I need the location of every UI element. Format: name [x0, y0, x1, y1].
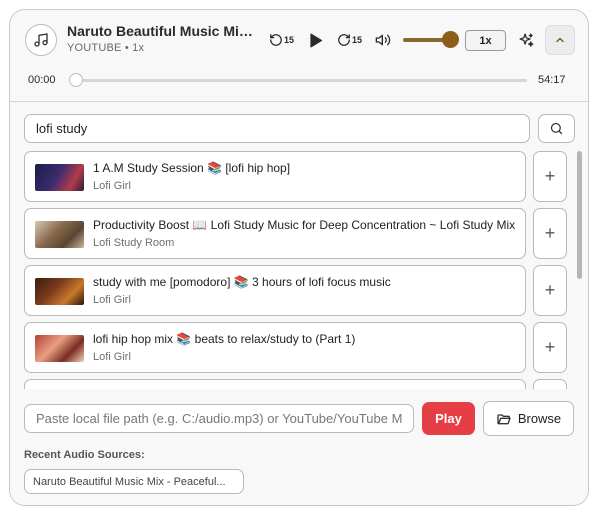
result-thumbnail: [35, 164, 84, 191]
progress-bar[interactable]: [75, 79, 527, 82]
recent-source-text: Naruto Beautiful Music Mix - Peaceful...: [33, 475, 226, 488]
search-result-item[interactable]: [24, 379, 526, 389]
browse-button[interactable]: Browse: [483, 401, 574, 436]
result-title: Productivity Boost 📖 Lofi Study Music fo…: [93, 218, 516, 232]
play-source-button[interactable]: Play: [422, 402, 475, 435]
result-thumbnail: [35, 221, 84, 248]
ai-button[interactable]: [516, 30, 536, 50]
rotate-cw-icon: [338, 34, 350, 46]
add-to-queue-button[interactable]: +: [533, 379, 567, 389]
result-channel: Lofi Study Room: [93, 237, 175, 249]
skip-forward-button[interactable]: 15: [337, 30, 362, 50]
add-to-queue-button[interactable]: +: [533, 265, 567, 316]
track-meta: YOUTUBE • 1x: [67, 42, 144, 54]
play-icon: [310, 33, 323, 47]
total-time: 54:17: [538, 74, 566, 86]
track-source: YOUTUBE: [67, 42, 122, 54]
rotate-ccw-icon: [270, 34, 282, 46]
search-button[interactable]: [538, 114, 575, 143]
recent-sources-label: Recent Audio Sources:: [24, 449, 145, 461]
search-result-item[interactable]: lofi hip hop mix 📚 beats to relax/study …: [24, 322, 526, 373]
search-results-list[interactable]: 1 A.M Study Session 📚 [lofi hip hop] Lof…: [10, 151, 588, 389]
add-to-queue-button[interactable]: +: [533, 208, 567, 259]
folder-open-icon: [497, 413, 511, 424]
result-channel: Lofi Girl: [93, 351, 131, 363]
search-result-item[interactable]: 1 A.M Study Session 📚 [lofi hip hop] Lof…: [24, 151, 526, 202]
sparkles-icon: [518, 32, 534, 47]
volume-slider-handle[interactable]: [442, 31, 459, 48]
progress-handle[interactable]: [69, 73, 83, 87]
recent-source-chip[interactable]: Naruto Beautiful Music Mix - Peaceful...: [24, 469, 244, 494]
add-to-queue-button[interactable]: +: [533, 322, 567, 373]
browse-label: Browse: [517, 411, 562, 426]
music-note-icon: [25, 24, 57, 56]
audio-source-input[interactable]: [24, 404, 414, 433]
player-header: Naruto Beautiful Music Mix ... YOUTUBE •…: [10, 10, 588, 102]
playback-speed-button[interactable]: 1x: [465, 30, 506, 51]
skip-forward-seconds: 15: [352, 35, 363, 45]
search-icon: [550, 122, 563, 135]
meta-separator: •: [124, 42, 129, 54]
result-thumbnail: [35, 278, 84, 305]
result-thumbnail: [35, 335, 84, 362]
results-scrollbar[interactable]: [577, 151, 582, 279]
collapse-button[interactable]: [545, 25, 575, 55]
result-title: lofi hip hop mix 📚 beats to relax/study …: [93, 332, 356, 346]
track-speed-meta: 1x: [132, 42, 145, 54]
skip-back-seconds: 15: [284, 35, 295, 45]
result-channel: Lofi Girl: [93, 294, 131, 306]
play-button[interactable]: [307, 30, 325, 50]
result-title: study with me [pomodoro] 📚 3 hours of lo…: [93, 275, 391, 289]
chevron-up-icon: [556, 37, 564, 43]
audio-player-panel: Naruto Beautiful Music Mix ... YOUTUBE •…: [9, 9, 589, 506]
source-bar: Play Browse Recent Audio Sources: Naruto…: [10, 389, 588, 505]
result-title: 1 A.M Study Session 📚 [lofi hip hop]: [93, 161, 291, 175]
skip-back-button[interactable]: 15: [269, 30, 294, 50]
result-channel: Lofi Girl: [93, 180, 131, 192]
search-input[interactable]: [24, 114, 530, 143]
volume-icon: [375, 34, 391, 46]
volume-button[interactable]: [374, 30, 392, 50]
add-to-queue-button[interactable]: +: [533, 151, 567, 202]
current-time: 00:00: [28, 74, 56, 86]
search-result-item[interactable]: Productivity Boost 📖 Lofi Study Music fo…: [24, 208, 526, 259]
track-title: Naruto Beautiful Music Mix ...: [67, 23, 259, 39]
search-result-item[interactable]: study with me [pomodoro] 📚 3 hours of lo…: [24, 265, 526, 316]
